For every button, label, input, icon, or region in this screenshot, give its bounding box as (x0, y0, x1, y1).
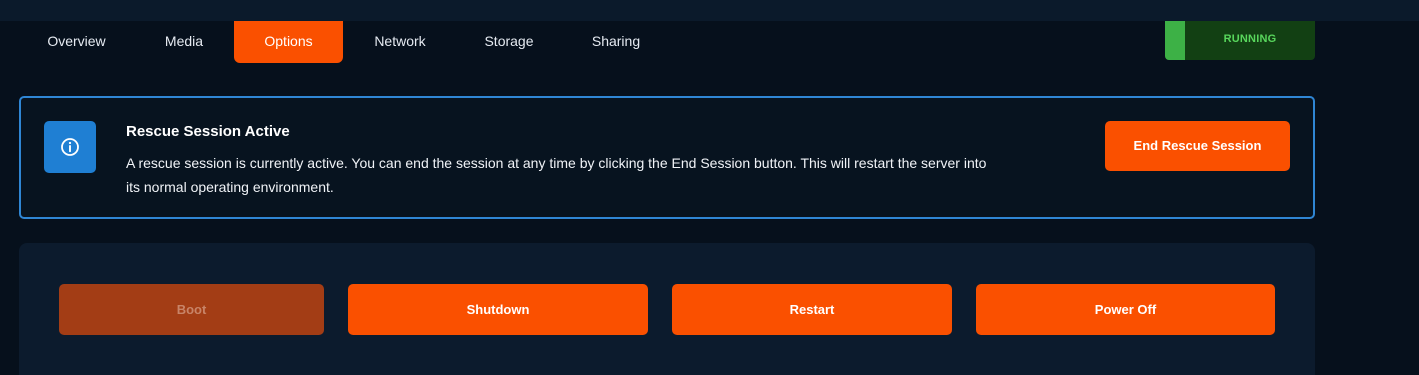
tab-storage[interactable]: Storage (457, 21, 561, 63)
tab-media[interactable]: Media (134, 21, 234, 63)
tab-options[interactable]: Options (234, 21, 343, 63)
tab-sharing[interactable]: Sharing (561, 21, 671, 63)
shutdown-button[interactable]: Shutdown (348, 284, 648, 335)
status-badge: RUNNING (1165, 21, 1315, 60)
info-icon-box (44, 121, 96, 173)
info-icon (61, 138, 79, 156)
tab-overview[interactable]: Overview (19, 21, 134, 63)
tab-network[interactable]: Network (343, 21, 457, 63)
boot-button[interactable]: Boot (59, 284, 324, 335)
restart-button[interactable]: Restart (672, 284, 952, 335)
power-controls-panel: Boot Shutdown Restart Power Off (19, 243, 1315, 375)
tab-bar: Overview Media Options Network Storage S… (19, 21, 671, 63)
rescue-session-alert: Rescue Session Active A rescue session i… (19, 96, 1315, 219)
power-off-button[interactable]: Power Off (976, 284, 1275, 335)
server-detail-page: Overview Media Options Network Storage S… (0, 0, 1419, 375)
top-header-strip (0, 0, 1419, 21)
status-indicator-bar (1165, 21, 1185, 60)
status-label: RUNNING (1223, 33, 1277, 45)
alert-message: A rescue session is currently active. Yo… (126, 155, 987, 195)
alert-title: Rescue Session Active (126, 123, 290, 140)
end-rescue-session-button[interactable]: End Rescue Session (1105, 121, 1290, 171)
